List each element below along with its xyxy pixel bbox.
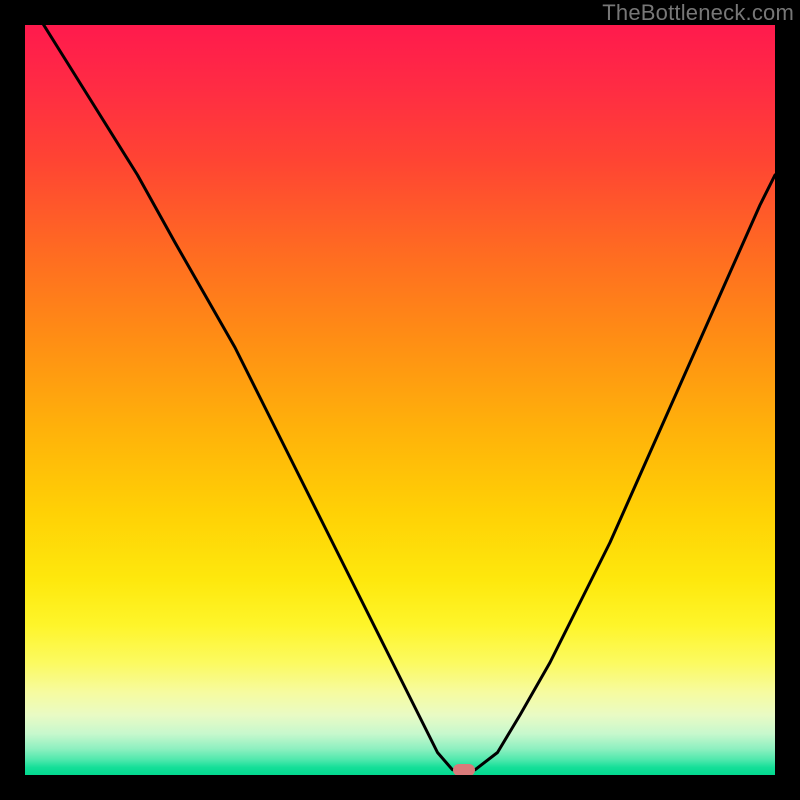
bottleneck-curve [25, 25, 775, 775]
watermark-text: TheBottleneck.com [602, 0, 794, 26]
optimal-point-marker [453, 764, 475, 775]
chart-frame: TheBottleneck.com [0, 0, 800, 800]
plot-area [25, 25, 775, 775]
